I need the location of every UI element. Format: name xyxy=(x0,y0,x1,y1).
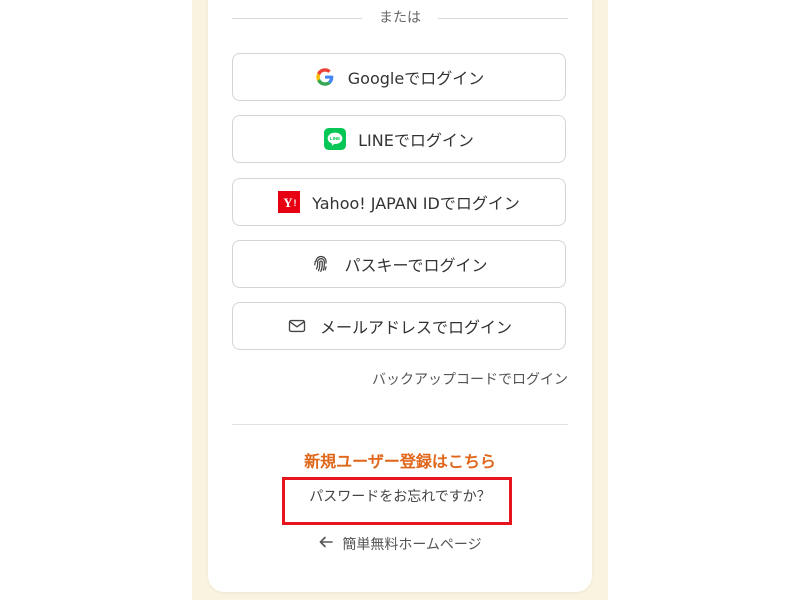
email-login-label: メールアドレスでログイン xyxy=(319,318,512,337)
google-login-button[interactable]: Googleでログイン xyxy=(232,53,566,101)
google-login-label: Googleでログイン xyxy=(347,69,485,88)
home-link[interactable]: 簡単無料ホームページ xyxy=(232,534,568,556)
yahoo-login-button[interactable]: Y ! Yahoo! JAPAN IDでログイン xyxy=(232,178,566,226)
backup-code-login-link[interactable]: バックアップコードでログイン xyxy=(232,370,568,390)
passkey-login-label: パスキーでログイン xyxy=(344,256,488,275)
svg-text:!: ! xyxy=(294,198,297,208)
register-link[interactable]: 新規ユーザー登録はこちら xyxy=(232,450,568,474)
forgot-password-link[interactable]: パスワードをお忘れですか？ xyxy=(232,487,568,507)
passkey-login-button[interactable]: パスキーでログイン xyxy=(232,240,566,288)
arrow-left-icon xyxy=(318,534,334,556)
google-icon xyxy=(314,66,336,88)
mail-icon xyxy=(286,315,308,337)
fingerprint-icon xyxy=(310,253,332,275)
line-login-button[interactable]: LINE LINEでログイン xyxy=(232,115,566,163)
yahoo-login-label: Yahoo! JAPAN IDでログイン xyxy=(312,194,520,213)
svg-text:LINE: LINE xyxy=(330,136,340,141)
svg-text:Y: Y xyxy=(283,195,293,210)
yahoo-icon: Y ! xyxy=(278,191,301,213)
line-icon: LINE xyxy=(324,128,347,150)
or-divider: または xyxy=(232,8,568,28)
section-divider xyxy=(232,424,568,425)
email-login-button[interactable]: メールアドレスでログイン xyxy=(232,302,566,350)
line-login-label: LINEでログイン xyxy=(358,131,474,150)
home-link-label: 簡単無料ホームページ xyxy=(342,537,482,553)
divider-line-right xyxy=(438,18,568,19)
